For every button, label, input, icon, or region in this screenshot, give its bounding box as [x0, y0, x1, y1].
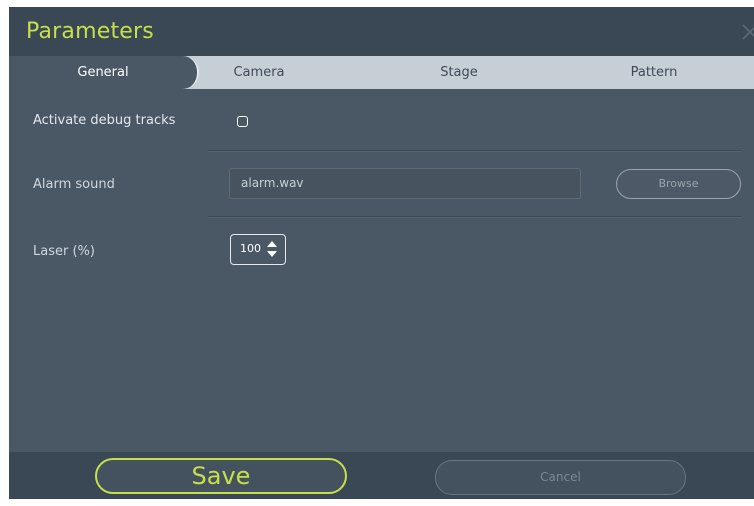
alarm-sound-label: Alarm sound: [33, 177, 115, 192]
title-bar: Parameters: [9, 7, 754, 56]
tab-stage[interactable]: Stage: [369, 56, 549, 89]
laser-value: 100: [240, 242, 261, 255]
tab-bar: General Camera Stage Pattern: [9, 56, 754, 89]
debug-tracks-label: Activate debug tracks: [33, 113, 176, 128]
tab-camera[interactable]: Camera: [169, 56, 349, 89]
parameters-dialog: Parameters General Camera Stage Pattern …: [9, 7, 754, 499]
tab-pattern[interactable]: Pattern: [564, 56, 744, 89]
divider: [208, 150, 742, 152]
footer-bar: Save Cancel: [9, 452, 754, 499]
laser-label: Laser (%): [33, 244, 95, 259]
laser-spinbox[interactable]: 100: [230, 234, 286, 265]
save-button[interactable]: Save: [95, 458, 347, 494]
cancel-button[interactable]: Cancel: [435, 460, 686, 495]
debug-tracks-checkbox[interactable]: [237, 116, 248, 127]
divider: [208, 216, 742, 218]
alarm-sound-input[interactable]: alarm.wav: [229, 168, 581, 199]
spin-arrows-icon[interactable]: [266, 240, 278, 258]
browse-button[interactable]: Browse: [616, 169, 741, 199]
close-icon[interactable]: [740, 22, 754, 42]
dialog-title: Parameters: [26, 19, 154, 44]
